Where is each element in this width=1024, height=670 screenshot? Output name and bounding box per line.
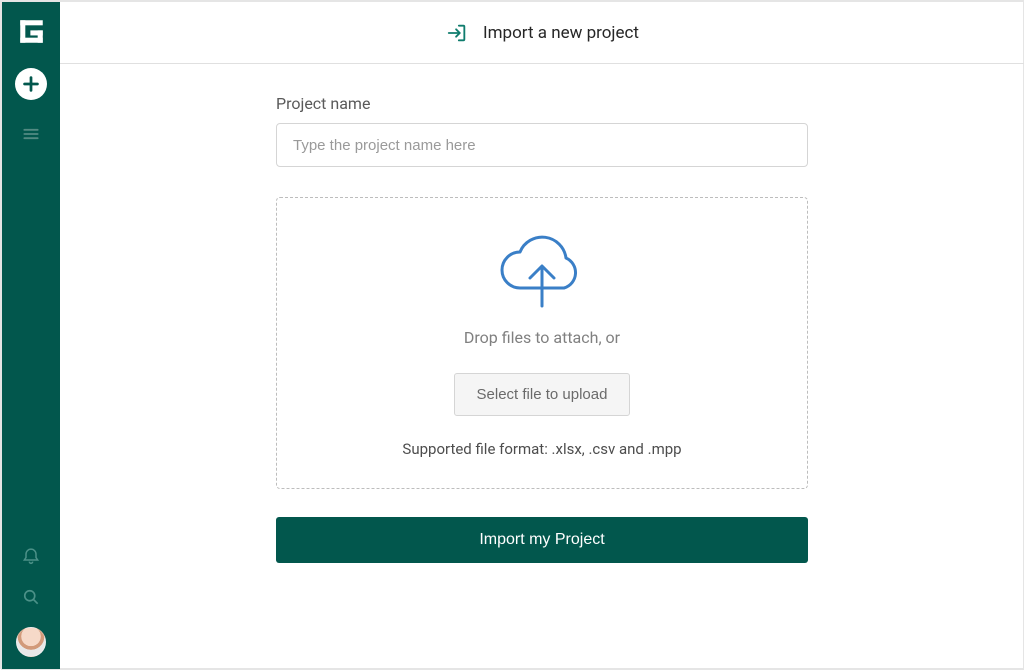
user-avatar[interactable]: [16, 627, 46, 657]
cloud-upload-icon: [492, 234, 592, 312]
page-title: Import a new project: [483, 23, 639, 43]
main-area: Import a new project Project name Drop f…: [60, 2, 1024, 669]
import-project-button[interactable]: Import my Project: [276, 517, 808, 563]
add-button[interactable]: [15, 68, 47, 100]
import-icon: [445, 21, 469, 45]
sidebar: [2, 2, 60, 669]
supported-formats-text: Supported file format: .xlsx, .csv and .…: [402, 440, 681, 458]
project-name-label: Project name: [276, 94, 808, 113]
top-bar: Import a new project: [60, 2, 1024, 64]
notifications-icon[interactable]: [19, 543, 43, 567]
menu-icon[interactable]: [19, 122, 43, 146]
file-dropzone[interactable]: Drop files to attach, or Select file to …: [276, 197, 808, 489]
app-logo: [16, 16, 46, 46]
select-file-button[interactable]: Select file to upload: [454, 373, 631, 416]
content: Project name Drop files to attach, or Se…: [60, 64, 1024, 669]
search-icon[interactable]: [19, 585, 43, 609]
dropzone-text: Drop files to attach, or: [464, 328, 620, 347]
project-name-input[interactable]: [276, 123, 808, 167]
import-form: Project name Drop files to attach, or Se…: [276, 94, 808, 563]
